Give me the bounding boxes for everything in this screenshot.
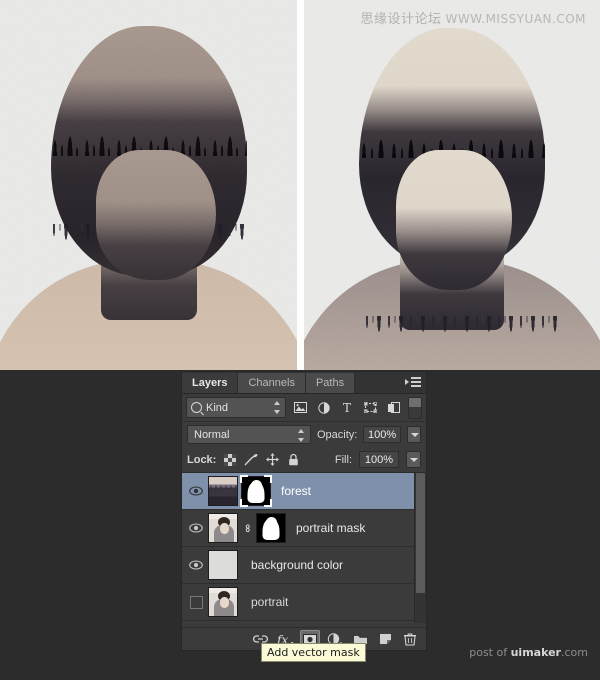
eye-icon xyxy=(189,523,203,533)
opacity-dropdown-button[interactable] xyxy=(406,426,421,443)
filter-enable-toggle[interactable] xyxy=(408,396,423,419)
thumbnail-face xyxy=(220,597,229,608)
lock-transparent-pixels-icon[interactable] xyxy=(223,453,237,467)
layer-visibility-toggle-portrait[interactable] xyxy=(184,595,208,609)
layer-name-background-color[interactable]: background color xyxy=(251,558,343,572)
search-icon xyxy=(191,402,202,413)
watermark: 思缘设计论坛 WWW.MISSYUAN.COM xyxy=(361,8,586,27)
layer-thumbnail-background-color[interactable] xyxy=(208,550,238,580)
credit-brand: uimaker xyxy=(510,646,561,659)
watermark-url-text: WWW.MISSYUAN.COM xyxy=(445,12,586,26)
layer-thumbnail-portrait-mask[interactable] xyxy=(208,513,238,543)
layer-mask-link-icon[interactable] xyxy=(243,522,254,534)
post-credit: post of uimaker.com xyxy=(469,646,588,659)
tab-layers[interactable]: Layers xyxy=(182,373,239,393)
fill-input[interactable]: 100% xyxy=(359,451,399,468)
layer-visibility-toggle-background-color[interactable] xyxy=(184,560,208,570)
adjustment-layer-filter-icon[interactable] xyxy=(314,398,334,417)
panel-menu-icon[interactable] xyxy=(405,376,421,388)
layer-list: forest portrait mask background color po… xyxy=(182,473,426,623)
layer-mask-thumbnail-portrait-mask[interactable] xyxy=(256,513,286,543)
new-layer-button[interactable] xyxy=(375,630,395,649)
blend-mode-value: Normal xyxy=(194,429,230,441)
lock-row: Lock: Fill: 100% xyxy=(182,447,426,473)
lock-all-icon[interactable] xyxy=(286,453,300,467)
blend-mode-select[interactable]: Normal xyxy=(187,425,311,444)
blend-mode-chevron-icon xyxy=(297,429,305,442)
filter-kind-value: Kind xyxy=(206,401,229,414)
layer-mask-thumbnail-forest[interactable] xyxy=(240,475,272,507)
panel-menu-arrow xyxy=(405,379,409,385)
credit-prefix: post of xyxy=(469,646,511,659)
table-row[interactable]: portrait xyxy=(182,584,426,621)
mask-corner-tl xyxy=(240,475,248,483)
thumbnail-face xyxy=(220,523,229,534)
tab-paths[interactable]: Paths xyxy=(305,373,356,393)
right-image-grain xyxy=(304,0,600,370)
smart-object-filter-icon[interactable] xyxy=(385,398,405,417)
eye-icon xyxy=(189,486,203,496)
artwork-area: 思缘设计论坛 WWW.MISSYUAN.COM xyxy=(0,0,600,370)
mask-silhouette xyxy=(247,481,265,503)
type-layer-filter-icon[interactable]: T xyxy=(337,398,357,417)
photoshop-screenshot: 思缘设计论坛 WWW.MISSYUAN.COM post of uimaker.c… xyxy=(0,0,600,680)
image-gap-divider xyxy=(297,0,304,370)
filter-kind-select[interactable]: Kind xyxy=(186,397,287,418)
table-row[interactable]: background color xyxy=(182,547,426,584)
eye-off-icon xyxy=(189,595,203,609)
tooltip: Add vector mask xyxy=(261,643,366,662)
mask-silhouette xyxy=(262,518,280,540)
layers-panel: Layers Channels Paths Kind T Normal Opac… xyxy=(181,371,427,651)
left-image-grain xyxy=(0,0,297,370)
layer-name-portrait-mask[interactable]: portrait mask xyxy=(296,521,365,535)
credit-suffix: .com xyxy=(561,646,588,659)
mask-corner-br xyxy=(264,499,272,507)
opacity-input[interactable]: 100% xyxy=(363,426,401,443)
layer-visibility-toggle-portrait-mask[interactable] xyxy=(184,523,208,533)
pixel-layer-filter-icon[interactable] xyxy=(290,398,310,417)
opacity-label: Opacity: xyxy=(316,428,358,441)
fill-dropdown-button[interactable] xyxy=(406,451,421,468)
blend-mode-row: Normal Opacity: 100% xyxy=(182,422,426,447)
fill-label: Fill: xyxy=(334,453,352,466)
layer-thumbnail-forest[interactable] xyxy=(208,476,238,506)
layer-name-forest[interactable]: forest xyxy=(281,484,311,498)
chevron-updown-icon xyxy=(274,401,281,414)
shape-layer-filter-icon[interactable] xyxy=(361,398,381,417)
panel-tab-bar: Layers Channels Paths xyxy=(182,372,426,394)
lock-label: Lock: xyxy=(187,453,217,466)
eye-icon xyxy=(189,560,203,570)
mask-corner-tr xyxy=(264,475,272,483)
layer-name-portrait[interactable]: portrait xyxy=(251,595,288,609)
svg-text:T: T xyxy=(343,402,351,414)
scrollbar-thumb[interactable] xyxy=(416,473,425,593)
layer-list-scrollbar[interactable] xyxy=(414,473,426,623)
left-artwork-image xyxy=(0,0,297,370)
lock-image-pixels-icon[interactable] xyxy=(244,453,258,467)
layer-filter-bar: Kind T xyxy=(182,394,426,422)
watermark-chinese-text: 思缘设计论坛 xyxy=(360,12,442,27)
right-artwork-image: 思缘设计论坛 WWW.MISSYUAN.COM xyxy=(304,0,600,370)
table-row[interactable]: portrait mask xyxy=(182,510,426,547)
mask-corner-bl xyxy=(240,499,248,507)
layer-visibility-toggle-forest[interactable] xyxy=(184,486,208,496)
tab-channels[interactable]: Channels xyxy=(238,373,306,393)
panel-menu-lines xyxy=(411,377,421,387)
table-row[interactable]: forest xyxy=(182,473,426,510)
layer-thumbnail-portrait[interactable] xyxy=(208,587,238,617)
delete-layer-button[interactable] xyxy=(400,630,420,649)
lock-position-icon[interactable] xyxy=(265,453,279,467)
